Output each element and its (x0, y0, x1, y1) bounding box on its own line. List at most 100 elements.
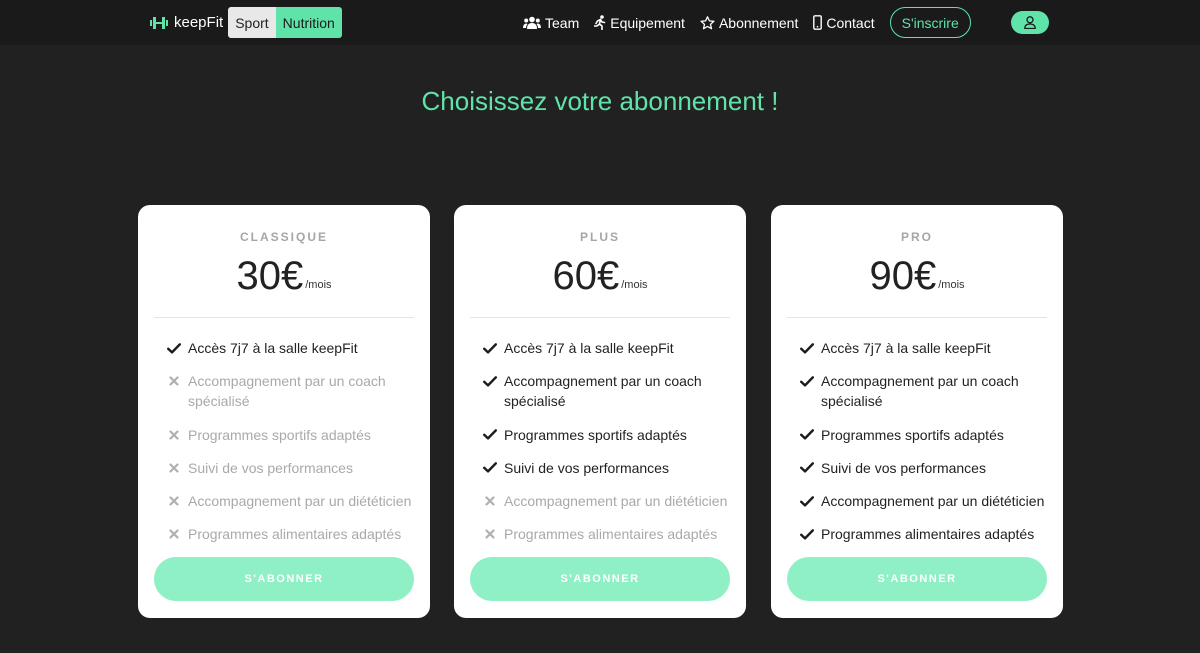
check-icon (483, 425, 497, 445)
feature-item: Programmes alimentaires adaptés (800, 524, 1055, 544)
subscribe-button[interactable]: S'ABONNER (154, 557, 414, 601)
running-icon (594, 15, 606, 30)
feature-label: Programmes alimentaires adaptés (821, 526, 1035, 543)
feature-label: Accompagnement par un coach spécialisé (504, 373, 702, 410)
feature-label: Suivi de vos performances (504, 459, 669, 476)
feature-label: Suivi de vos performances (821, 459, 986, 476)
user-icon (1024, 16, 1036, 29)
feature-label: Accompagnement par un coach spécialisé (821, 373, 1019, 410)
nav-link-team[interactable]: Team (523, 15, 579, 31)
brand[interactable]: keepFit Sport Nutrition (150, 7, 342, 38)
signup-button[interactable]: S'inscrire (889, 7, 971, 38)
nav-link-label: Contact (826, 14, 875, 31)
price-row: 60€ /mois (454, 251, 746, 301)
nav-link-label: Team (545, 14, 580, 31)
plan-price: 60€ (552, 254, 620, 298)
nav-link-label: Equipement (610, 14, 685, 31)
check-icon (800, 524, 814, 544)
divider (787, 317, 1047, 318)
divider (154, 317, 414, 318)
feature-item: Suivi de vos performances (483, 458, 738, 478)
check-icon (800, 458, 814, 478)
plan-name: PRO (900, 230, 933, 244)
toggle-nutrition[interactable]: Nutrition (275, 7, 342, 38)
pricing-cards: CLASSIQUE 30€ /mois Accès 7j7 à la salle… (138, 205, 1063, 618)
feature-item: Accompagnement par un diététicien (483, 491, 738, 511)
check-icon (483, 338, 497, 358)
feature-label: Accompagnement par un diététicien (504, 493, 728, 510)
cross-icon (167, 491, 181, 511)
feature-item: Programmes alimentaires adaptés (167, 524, 422, 544)
feature-item: Programmes alimentaires adaptés (483, 524, 738, 544)
subscribe-button[interactable]: S'ABONNER (470, 557, 730, 601)
nav-link-contact[interactable]: Contact (813, 14, 875, 31)
plan-price: 90€ (869, 254, 937, 298)
feature-item: Accompagnement par un diététicien (800, 491, 1055, 511)
feature-item: Accompagnement par un diététicien (167, 491, 422, 511)
feature-list: Accès 7j7 à la salle keepFit Accompagneme… (483, 338, 738, 558)
feature-item: Accès 7j7 à la salle keepFit (800, 338, 1055, 358)
cross-icon (167, 458, 181, 478)
cross-icon (167, 425, 181, 445)
feature-label: Programmes alimentaires adaptés (504, 526, 718, 543)
sport-nutrition-toggle: Sport Nutrition (228, 7, 342, 38)
feature-label: Programmes sportifs adaptés (504, 426, 687, 443)
feature-item: Suivi de vos performances (167, 458, 422, 478)
feature-label: Accompagnement par un coach spécialisé (188, 373, 386, 410)
feature-item: Programmes sportifs adaptés (483, 425, 738, 445)
nav-link-label: Abonnement (718, 14, 799, 31)
feature-item: Programmes sportifs adaptés (800, 425, 1055, 445)
plan-card-plus: PLUS 60€ /mois Accès 7j7 à la salle keep… (454, 205, 746, 618)
user-account-button[interactable] (1011, 11, 1049, 34)
feature-item: Suivi de vos performances (800, 458, 1055, 478)
cross-icon (483, 491, 497, 511)
feature-list: Accès 7j7 à la salle keepFit Accompagneme… (167, 338, 422, 558)
feature-label: Suivi de vos performances (188, 459, 353, 476)
check-icon (483, 371, 497, 391)
nav-link-equipement[interactable]: Equipement (594, 15, 685, 31)
plan-name: PLUS (579, 230, 620, 244)
toggle-sport[interactable]: Sport (228, 7, 276, 38)
plan-name: CLASSIQUE (239, 230, 328, 244)
feature-label: Accès 7j7 à la salle keepFit (504, 340, 674, 356)
feature-label: Accompagnement par un diététicien (188, 493, 412, 510)
feature-label: Accompagnement par un diététicien (821, 493, 1045, 510)
feature-item: Accès 7j7 à la salle keepFit (483, 338, 738, 358)
dumbbell-icon (150, 16, 168, 30)
cross-icon (483, 524, 497, 544)
brand-name: keepFit (174, 14, 224, 31)
check-icon (167, 338, 181, 358)
cross-icon (167, 371, 181, 391)
plan-price: 30€ (236, 254, 304, 298)
feature-label: Accès 7j7 à la salle keepFit (821, 340, 991, 356)
navbar: keepFit Sport Nutrition Team Equipement (0, 0, 1200, 45)
feature-item: Programmes sportifs adaptés (167, 425, 422, 445)
plan-period: /mois (938, 279, 965, 291)
star-icon (700, 15, 715, 29)
feature-item: Accès 7j7 à la salle keepFit (167, 338, 422, 358)
users-icon (523, 16, 541, 29)
check-icon (483, 458, 497, 478)
feature-item: Accompagnement par un coach spécialisé (800, 371, 1055, 411)
divider (470, 317, 730, 318)
mobile-icon (813, 15, 823, 30)
check-icon (800, 338, 814, 358)
feature-list: Accès 7j7 à la salle keepFit Accompagneme… (800, 338, 1055, 558)
price-row: 90€ /mois (771, 251, 1063, 301)
feature-label: Programmes alimentaires adaptés (188, 526, 402, 543)
feature-item: Accompagnement par un coach spécialisé (167, 371, 422, 411)
plan-card-classique: CLASSIQUE 30€ /mois Accès 7j7 à la salle… (138, 205, 430, 618)
price-row: 30€ /mois (138, 251, 430, 301)
page-title: Choisissez votre abonnement ! (421, 86, 779, 116)
feature-label: Programmes sportifs adaptés (821, 426, 1004, 443)
feature-label: Accès 7j7 à la salle keepFit (188, 340, 358, 356)
check-icon (800, 371, 814, 391)
cross-icon (167, 524, 181, 544)
plan-period: /mois (305, 279, 332, 291)
subscribe-button[interactable]: S'ABONNER (787, 557, 1047, 601)
nav-link-abonnement[interactable]: Abonnement (700, 15, 798, 31)
plan-card-pro: PRO 90€ /mois Accès 7j7 à la salle keepF… (771, 205, 1063, 618)
check-icon (800, 425, 814, 445)
check-icon (800, 491, 814, 511)
feature-item: Accompagnement par un coach spécialisé (483, 371, 738, 411)
